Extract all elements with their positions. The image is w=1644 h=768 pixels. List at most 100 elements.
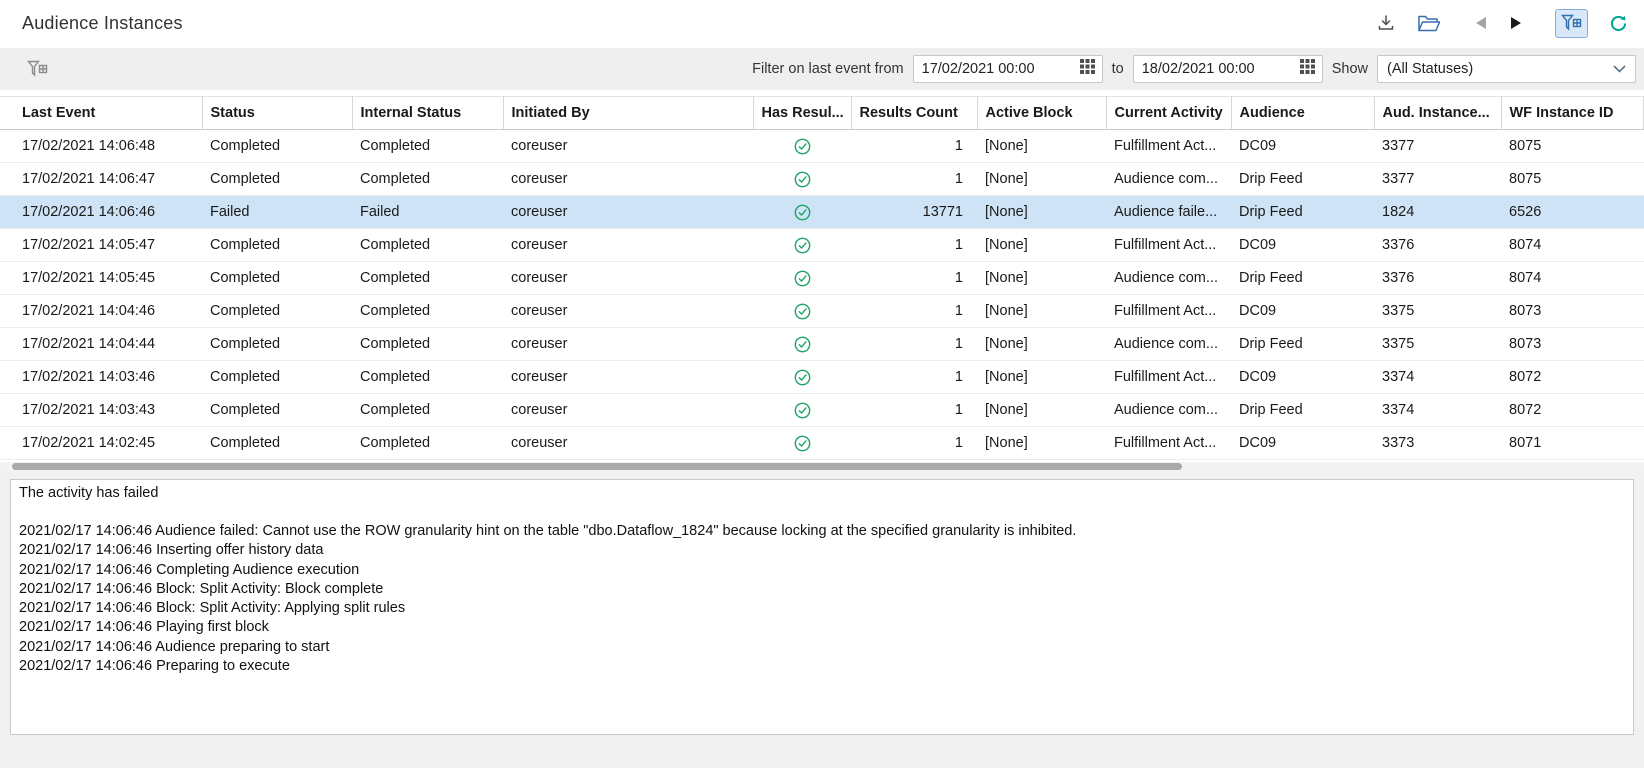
titlebar: Audience Instances [0, 0, 1644, 46]
column-header-results_count[interactable]: Results Count [851, 97, 977, 130]
cell-last_event: 17/02/2021 14:03:46 [0, 361, 202, 394]
table-row[interactable]: 17/02/2021 14:06:46FailedFailedcoreuser1… [0, 196, 1644, 229]
log-line: 2021/02/17 14:06:46 Inserting offer hist… [19, 541, 1625, 560]
cell-internal_status: Completed [352, 163, 503, 196]
date-to-input[interactable]: 18/02/2021 00:00 [1133, 55, 1323, 83]
cell-wf_instance_id: 8072 [1501, 394, 1644, 427]
titlebar-actions [1375, 9, 1630, 38]
cell-last_event: 17/02/2021 14:06:46 [0, 196, 202, 229]
column-header-aud_instance_id[interactable]: Aud. Instance... [1374, 97, 1501, 130]
cell-wf_instance_id: 8075 [1501, 163, 1644, 196]
cell-has_results [753, 394, 851, 427]
cell-wf_instance_id: 8072 [1501, 361, 1644, 394]
cell-status: Completed [202, 361, 352, 394]
cell-active_block: [None] [977, 196, 1106, 229]
open-folder-button[interactable] [1416, 13, 1442, 34]
calendar-icon[interactable] [1080, 59, 1095, 79]
cell-last_event: 17/02/2021 14:02:45 [0, 427, 202, 460]
cell-aud_instance_id: 3375 [1374, 328, 1501, 361]
open-folder-icon [1418, 15, 1440, 32]
filter-controls: Filter on last event from 17/02/2021 00:… [752, 55, 1636, 83]
cell-has_results [753, 262, 851, 295]
cell-has_results [753, 196, 851, 229]
table-row[interactable]: 17/02/2021 14:03:43CompletedCompletedcor… [0, 394, 1644, 427]
check-circle-icon [794, 336, 811, 352]
calendar-icon[interactable] [1300, 59, 1315, 79]
cell-current_activity: Fulfillment Act... [1106, 130, 1231, 163]
audience-instances-window: Audience Instances [0, 0, 1644, 768]
column-header-current_activity[interactable]: Current Activity [1106, 97, 1231, 130]
play-button[interactable] [1508, 14, 1524, 32]
refresh-button[interactable] [1607, 12, 1630, 35]
table-header-row: Last EventStatusInternal StatusInitiated… [0, 97, 1644, 130]
cell-internal_status: Completed [352, 262, 503, 295]
log-line: 2021/02/17 14:06:46 Preparing to execute [19, 657, 1625, 676]
table-row[interactable]: 17/02/2021 14:05:47CompletedCompletedcor… [0, 229, 1644, 262]
table-row[interactable]: 17/02/2021 14:03:46CompletedCompletedcor… [0, 361, 1644, 394]
cell-wf_instance_id: 8074 [1501, 262, 1644, 295]
details-title: The activity has failed [19, 484, 1625, 503]
log-line: 2021/02/17 14:06:46 Playing first block [19, 618, 1625, 637]
cell-results_count: 1 [851, 130, 977, 163]
table-row[interactable]: 17/02/2021 14:02:45CompletedCompletedcor… [0, 427, 1644, 460]
cell-audience: DC09 [1231, 295, 1374, 328]
check-circle-icon [794, 270, 811, 286]
cell-audience: Drip Feed [1231, 196, 1374, 229]
cell-results_count: 1 [851, 229, 977, 262]
date-to-value: 18/02/2021 00:00 [1142, 61, 1255, 77]
cell-aud_instance_id: 3376 [1374, 262, 1501, 295]
cell-aud_instance_id: 1824 [1374, 196, 1501, 229]
cell-current_activity: Audience com... [1106, 394, 1231, 427]
cell-internal_status: Completed [352, 361, 503, 394]
scrollbar-thumb[interactable] [12, 463, 1182, 470]
cell-aud_instance_id: 3376 [1374, 229, 1501, 262]
cell-has_results [753, 229, 851, 262]
column-header-has_results[interactable]: Has Resul... [753, 97, 851, 130]
cell-wf_instance_id: 8073 [1501, 328, 1644, 361]
date-from-input[interactable]: 17/02/2021 00:00 [913, 55, 1103, 83]
cell-current_activity: Audience faile... [1106, 196, 1231, 229]
cell-has_results [753, 295, 851, 328]
activity-log: 2021/02/17 14:06:46 Audience failed: Can… [19, 522, 1625, 676]
cell-results_count: 1 [851, 361, 977, 394]
table-row[interactable]: 17/02/2021 14:06:48CompletedCompletedcor… [0, 130, 1644, 163]
table-row[interactable]: 17/02/2021 14:04:46CompletedCompletedcor… [0, 295, 1644, 328]
cell-status: Completed [202, 427, 352, 460]
download-button[interactable] [1375, 12, 1397, 34]
cell-audience: DC09 [1231, 361, 1374, 394]
cell-current_activity: Fulfillment Act... [1106, 295, 1231, 328]
table-row[interactable]: 17/02/2021 14:04:44CompletedCompletedcor… [0, 328, 1644, 361]
horizontal-scrollbar[interactable] [0, 462, 1644, 471]
refresh-icon [1609, 14, 1628, 33]
status-filter-select[interactable]: (All Statuses) [1377, 55, 1636, 83]
column-header-active_block[interactable]: Active Block [977, 97, 1106, 130]
check-circle-icon [794, 303, 811, 319]
cell-aud_instance_id: 3374 [1374, 394, 1501, 427]
grid-filter-button[interactable] [25, 58, 50, 81]
column-header-internal_status[interactable]: Internal Status [352, 97, 503, 130]
filter-toggle-button[interactable] [1555, 9, 1588, 38]
cell-aud_instance_id: 3375 [1374, 295, 1501, 328]
cell-has_results [753, 328, 851, 361]
cell-status: Completed [202, 328, 352, 361]
column-header-audience[interactable]: Audience [1231, 97, 1374, 130]
cell-initiated_by: coreuser [503, 130, 753, 163]
cell-internal_status: Completed [352, 427, 503, 460]
column-header-last_event[interactable]: Last Event [0, 97, 202, 130]
table-row[interactable]: 17/02/2021 14:06:47CompletedCompletedcor… [0, 163, 1644, 196]
check-circle-icon [794, 369, 811, 385]
cell-has_results [753, 361, 851, 394]
column-header-wf_instance_id[interactable]: WF Instance ID [1501, 97, 1644, 130]
cell-last_event: 17/02/2021 14:04:46 [0, 295, 202, 328]
column-header-status[interactable]: Status [202, 97, 352, 130]
log-line: 2021/02/17 14:06:46 Audience failed: Can… [19, 522, 1625, 541]
cell-results_count: 1 [851, 328, 977, 361]
step-back-button[interactable] [1473, 14, 1489, 32]
filter-from-label: Filter on last event from [752, 61, 904, 77]
cell-results_count: 1 [851, 427, 977, 460]
table-row[interactable]: 17/02/2021 14:05:45CompletedCompletedcor… [0, 262, 1644, 295]
cell-active_block: [None] [977, 295, 1106, 328]
column-header-initiated_by[interactable]: Initiated By [503, 97, 753, 130]
cell-active_block: [None] [977, 262, 1106, 295]
check-circle-icon [794, 402, 811, 418]
